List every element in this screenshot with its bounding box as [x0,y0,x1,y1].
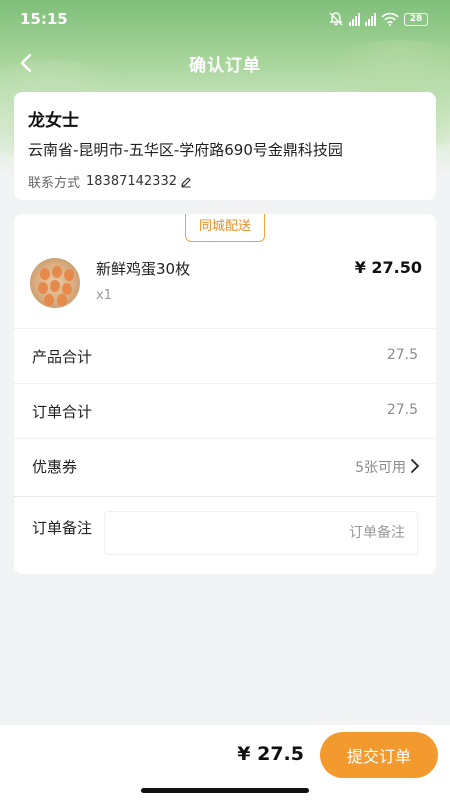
status-bar: 15:15 28 [0,0,450,38]
order-total-row: 订单合计 27.5 [14,383,436,438]
remark-row: 订单备注 [14,496,436,571]
product-item[interactable]: 新鲜鸡蛋30枚 x1 ¥ 27.50 [14,250,436,328]
coupon-label: 优惠券 [32,458,78,476]
product-price: ¥ 27.50 [354,258,422,277]
mute-bell-icon [329,12,343,26]
page-title: 确认订单 [189,56,261,76]
contact-phone: 18387142332 [86,174,177,189]
order-total-value: 27.5 [386,402,418,418]
order-card: 同城配送 新鲜鸡蛋30枚 x1 ¥ 27.50 产品合计 27.5 订单合计 2… [14,214,436,574]
battery-icon: 28 [404,12,428,26]
contact-label: 联系方式 [28,176,81,191]
product-total-row: 产品合计 27.5 [14,328,436,383]
address-card[interactable]: 龙女士 云南省-昆明市-五华区-学府路690号金鼎科技园 联系方式 183871… [14,92,436,200]
checkout-total: ¥ 27.5 [237,743,304,765]
chevron-right-icon [411,459,419,473]
home-indicator[interactable] [141,788,309,793]
nav-bar: 确认订单 [0,42,450,84]
recipient-name: 龙女士 [28,111,79,131]
contact-row: 联系方式 18387142332 [28,172,422,191]
coupon-available: 5张可用 [355,460,406,476]
product-name: 新鲜鸡蛋30枚 [96,260,191,278]
coupon-row[interactable]: 优惠券 5张可用 [14,438,436,493]
product-total-label: 产品合计 [32,348,93,366]
recipient-address: 云南省-昆明市-五华区-学府路690号金鼎科技园 [28,141,343,159]
hd-signal-icon [349,12,360,26]
status-time: 15:15 [20,10,68,28]
pencil-icon[interactable] [180,176,192,188]
remark-label: 订单备注 [32,519,93,537]
product-total-value: 27.5 [386,347,418,363]
remark-input[interactable] [104,511,418,555]
product-quantity: x1 [96,288,112,303]
status-icons: 28 [328,11,428,27]
delivery-tag: 同城配送 [185,214,265,242]
wifi-icon [381,12,399,26]
submit-order-button[interactable]: 提交订单 [320,732,438,778]
hd-signal-icon [365,12,376,26]
product-image [30,258,80,308]
order-total-label: 订单合计 [32,403,93,421]
